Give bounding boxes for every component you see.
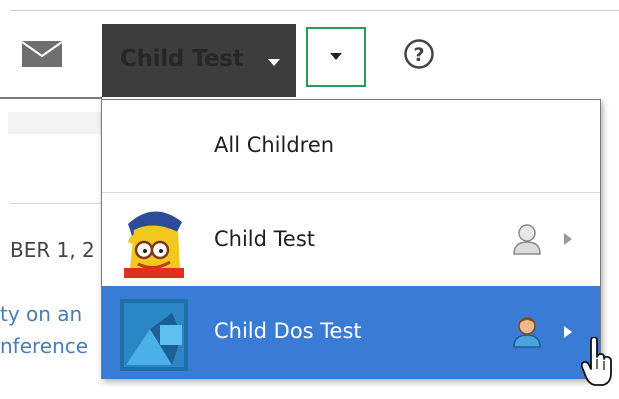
background-stripe [8, 112, 102, 134]
svg-text:?: ? [413, 44, 424, 66]
background-link[interactable]: ty on an [0, 302, 102, 326]
caret-down-icon [268, 59, 280, 66]
person-icon [513, 224, 541, 255]
person-icon [513, 317, 541, 348]
background-link[interactable]: nference [0, 334, 102, 358]
chevron-right-icon [564, 326, 572, 338]
child-dropdown-menu: All Children Child Test Child Dos Test [101, 99, 601, 379]
hand-pointer-icon [581, 337, 612, 386]
background-divider [10, 203, 102, 204]
menu-item-child-dos-test[interactable]: Child Dos Test [102, 286, 600, 379]
menu-item-label: All Children [214, 133, 335, 157]
child-avatar [120, 299, 188, 371]
child-avatar [120, 206, 188, 278]
menu-item-label: Child Dos Test [214, 319, 362, 343]
background-date: BER 1, 2 [10, 238, 95, 262]
menu-item-child-test[interactable]: Child Test [102, 193, 600, 286]
menu-item-label: Child Test [214, 227, 316, 251]
child-switcher-button[interactable]: Child Test [102, 24, 296, 97]
chevron-right-icon [564, 233, 572, 245]
caret-down-icon [330, 53, 342, 60]
envelope-icon[interactable] [22, 41, 62, 67]
child-switcher-label: Child Test [120, 46, 244, 72]
options-dropdown-button[interactable] [306, 27, 366, 87]
menu-item-all-children[interactable]: All Children [102, 100, 600, 193]
help-icon[interactable]: ? [403, 38, 435, 70]
